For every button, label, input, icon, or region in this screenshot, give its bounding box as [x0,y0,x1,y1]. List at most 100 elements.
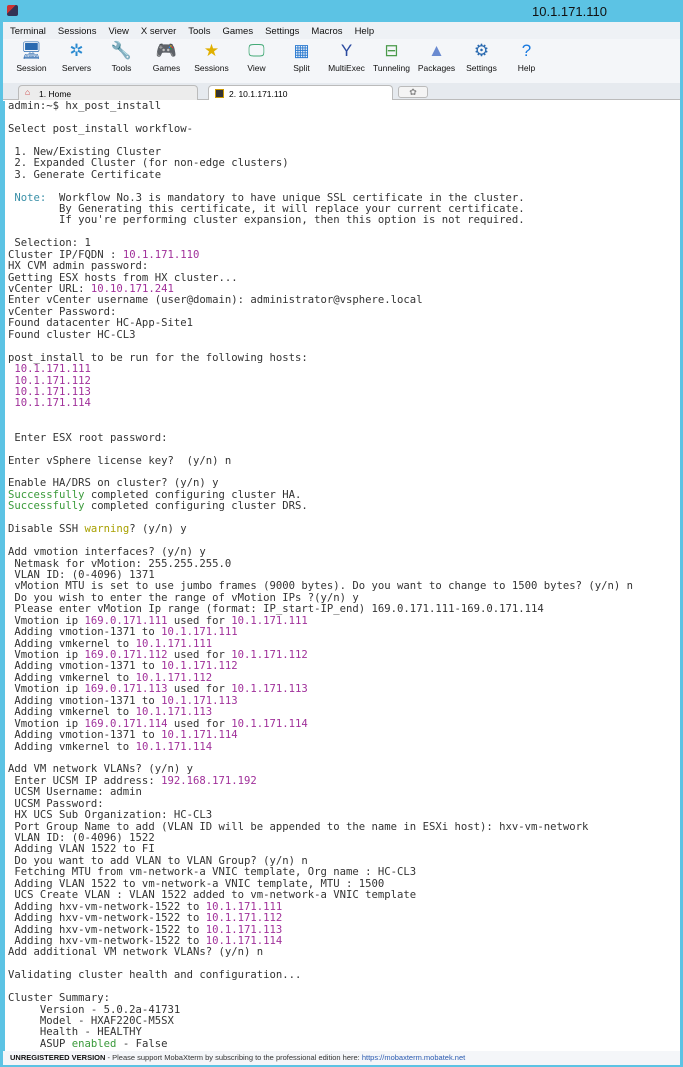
terminal-text: Adding vmkernel to [8,706,136,719]
terminal-text: HX CVM admin password: [8,260,149,273]
terminal-text: 10.1.171.111 [231,614,308,627]
terminal-line: 3. Generate Certificate [8,168,680,181]
terminal-text: If you're performing cluster expansion, … [8,214,525,227]
terminal-output[interactable]: admin:~$ hx_post_install Select post_inst… [3,101,680,1051]
mobaxterm-logo-icon [7,5,18,16]
tab-session[interactable]: 2. 10.1.171.110 [208,85,393,100]
toolbar-view-button[interactable]: 🖵 View [234,39,279,83]
terminal-line: 10.1.171.114 [8,398,680,409]
terminal-text: 3. Generate Certificate [8,168,162,181]
menu-macros[interactable]: Macros [304,22,347,39]
menu-bar: Terminal Sessions View X server Tools Games Se… [3,22,680,39]
status-bar: UNREGISTERED VERSION - Please support Mo… [3,1051,680,1065]
toolbar-label: Tools [111,63,132,73]
toolbar-settings-button[interactable]: ⚙ Settings [459,39,504,83]
terminal-text: used for [167,614,232,627]
terminal-text: Add vmotion interfaces? (y/n) y [8,546,206,559]
terminal-line: post_install to be run for the following… [8,351,680,364]
toolbar-label: View [247,63,266,73]
terminal-text: Cluster Summary: [8,992,111,1005]
terminal-line: Add additional VM network VLANs? (y/n) n [8,947,680,958]
terminal-text: 10.1.171.111 [161,626,238,639]
terminal-text: Vmotion ip [8,683,85,696]
terminal-text: Enter UCSM IP address: [8,774,162,787]
menu-terminal[interactable]: Terminal [3,22,51,39]
terminal-text: Do you want to add VLAN to VLAN Group? (… [8,854,308,867]
new-tab-button[interactable]: ✿ [398,86,428,98]
window-title: 10.1.171.110 [532,4,607,19]
terminal-text: Getting ESX hosts from HX cluster... [8,271,238,284]
app-window: Terminal Sessions View X server Tools Games Se… [3,22,680,1065]
toolbar-label: Servers [61,63,92,73]
terminal-text: ASUP [8,1037,72,1050]
terminal-text: vCenter Password: [8,305,117,318]
toolbar-tools-button[interactable]: 🔧 Tools [99,39,144,83]
terminal-text: Adding vmotion-1371 to [8,694,162,707]
terminal-text: 169.0.171.111 [84,614,168,627]
menu-view[interactable]: View [101,22,133,39]
tunneling-icon: ⊟ [384,41,399,60]
menu-tools[interactable]: Tools [181,22,215,39]
terminal-text: Enter ESX root password: [8,431,168,444]
toolbar-label: Tunneling [372,63,411,73]
terminal-text: Adding VLAN 1522 to FI [8,843,155,856]
star-icon: ★ [203,41,220,60]
servers-icon: ✲ [69,41,84,60]
toolbar-tunneling-button[interactable]: ⊟ Tunneling [369,39,414,83]
toolbar-label: Games [152,63,181,73]
terminal-text: 10.1.171.112 [205,912,283,925]
terminal-text: 10.1.171.113 [135,706,213,719]
multiexec-icon: Y [340,41,353,60]
terminal-line: If you're performing cluster expansion, … [8,215,680,226]
terminal-text: Adding vmotion-1371 to [8,729,162,742]
menu-settings[interactable]: Settings [258,22,304,39]
terminal-text: 192.168.171.192 [161,774,257,787]
terminal-text: 10.1.171.112 [14,374,91,387]
menu-help[interactable]: Help [348,22,380,39]
terminal-text: Netmask for vMotion: 255.255.255.0 [8,557,232,570]
menu-games[interactable]: Games [215,22,258,39]
terminal-text: post_install to be run for the following… [8,351,308,364]
toolbar-servers-button[interactable]: ✲ Servers [54,39,99,83]
split-icon: ▦ [293,41,310,60]
terminal-text: used for [167,649,232,661]
terminal-line: UCSM Username: admin [8,787,680,798]
terminal-text: VLAN ID: (0-4096) 1522 [8,832,155,844]
toolbar-packages-button[interactable]: ▲ Packages [414,39,459,83]
toolbar-split-button[interactable]: ▦ Split [279,39,324,83]
toolbar-label: MultiExec [328,63,365,73]
toolbar-games-button[interactable]: 🎮 Games [144,39,189,83]
terminal-text: completed configuring cluster HA. [84,488,302,501]
terminal-text: Disable SSH [8,523,85,536]
terminal-text: Enable HA/DRS on cluster? (y/n) y [8,477,219,490]
terminal-text: Found cluster HC-CL3 [8,328,136,341]
terminal-text: 10.1.171.111 [14,363,91,376]
terminal-text: By Generating this certificate, it will … [8,202,525,215]
terminal-text: vCenter URL: [8,283,91,295]
toolbar-label: Session [16,63,47,73]
toolbar-label: Help [517,63,536,73]
toolbar-help-button[interactable]: ? Help [504,39,549,83]
terminal-text: 10.1.171.112 [231,649,308,661]
unregistered-label: UNREGISTERED VERSION [10,1053,106,1062]
terminal-text: 10.1.171.114 [205,934,283,947]
toolbar-session-button[interactable]: 🖥 Session [9,39,54,83]
menu-x-server[interactable]: X server [134,22,181,39]
toolbar-multiexec-button[interactable]: Y MultiExec [324,39,369,83]
terminal-text: Successfully [8,500,85,513]
terminal-line: Adding vmkernel to 10.1.171.114 [8,741,680,753]
tab-home[interactable]: ⌂ 1. Home [18,85,198,100]
terminal-text: Adding VLAN 1522 to vm-network-a VNIC te… [8,877,385,890]
menu-sessions[interactable]: Sessions [51,22,102,39]
mobatek-link[interactable]: https://mobaxterm.mobatek.net [362,1053,465,1062]
terminal-text: warning [84,523,130,536]
terminal-line: Found cluster HC-CL3 [8,328,680,341]
tools-icon: 🔧 [110,41,133,60]
terminal-text: 10.1.171.110 [122,248,200,261]
toolbar-label: Settings [466,63,497,73]
terminal-text: Adding vmkernel to [8,671,136,684]
terminal-text: used for [167,683,232,696]
terminal-text: 10.1.171.114 [161,729,238,742]
terminal-text: Adding hxv-vm-network-1522 to [8,912,206,925]
toolbar-sessions-button[interactable]: ★ Sessions [189,39,234,83]
